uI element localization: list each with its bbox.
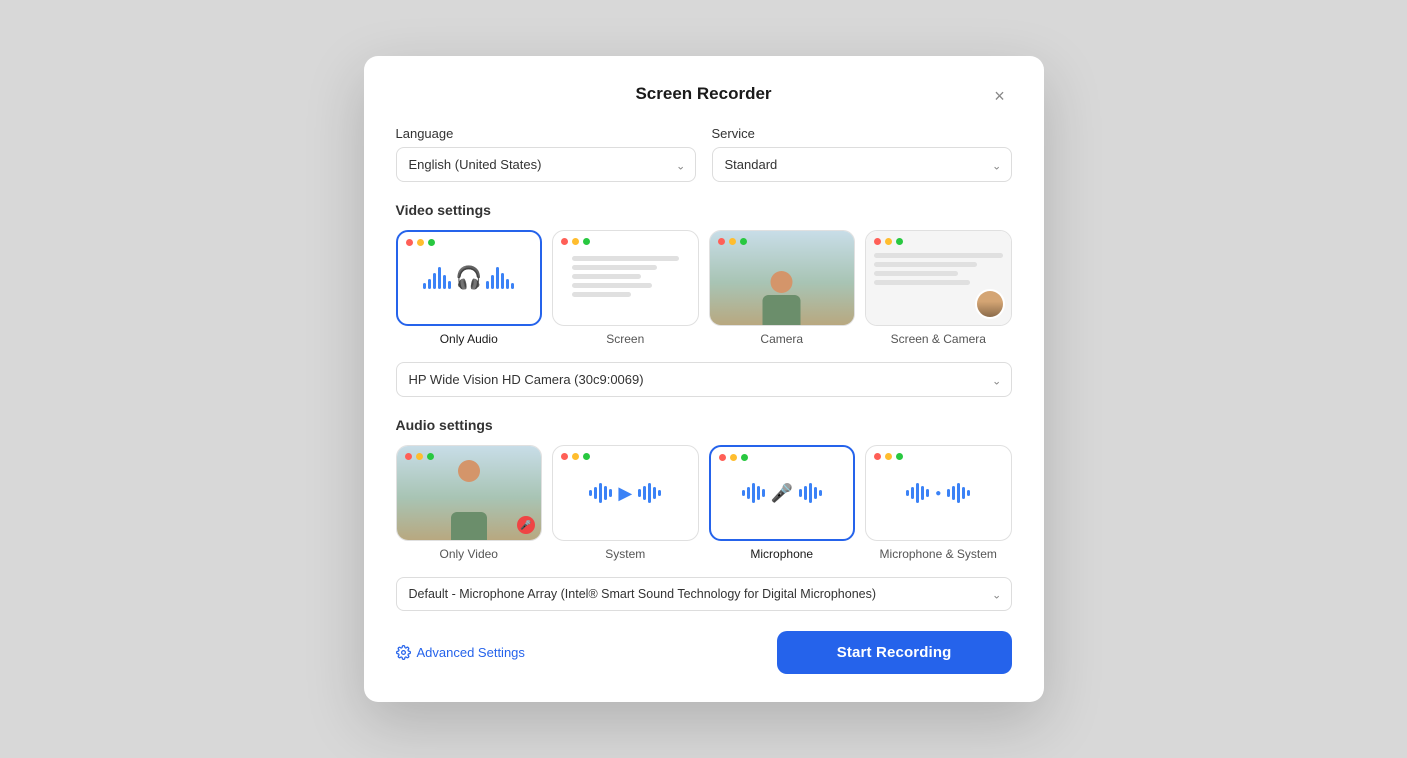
traffic-lights-ov: [405, 453, 434, 460]
camera-select-wrap: HP Wide Vision HD Camera (30c9:0069): [396, 362, 1012, 397]
top-fields-row: Language English (United States) Spanish…: [396, 126, 1012, 182]
tl-red: [406, 239, 413, 246]
traffic-lights-sys: [561, 453, 590, 460]
traffic-lights-camera: [718, 238, 747, 245]
service-field: Service Standard Premium: [712, 126, 1012, 182]
audio-option-only-video-label: Only Video: [440, 547, 498, 561]
video-option-screen-camera-inner: [865, 230, 1012, 326]
audio-option-microphone-system[interactable]: ● Microphone & System: [865, 445, 1012, 561]
video-option-camera-label: Camera: [760, 332, 803, 346]
start-recording-button[interactable]: Start Recording: [777, 631, 1012, 674]
traffic-lights-audio: [406, 239, 435, 246]
language-field: Language English (United States) Spanish…: [396, 126, 696, 182]
audio-option-microphone-label: Microphone: [750, 547, 813, 561]
modal-title: Screen Recorder: [635, 84, 771, 104]
audio-option-microphone-system-label: Microphone & System: [880, 547, 997, 561]
video-option-only-audio-inner: 🎧: [396, 230, 543, 326]
video-option-only-audio[interactable]: 🎧 Only Audio: [396, 230, 543, 346]
service-select-wrap: Standard Premium: [712, 147, 1012, 182]
microphone-icon: 🎤: [771, 483, 793, 504]
advanced-settings-button[interactable]: Advanced Settings: [396, 645, 525, 660]
waveform-left: [423, 267, 451, 289]
av-bg: 🎤: [397, 446, 542, 540]
advanced-settings-label: Advanced Settings: [417, 645, 525, 660]
mic-select[interactable]: Default - Microphone Array (Intel® Smart…: [396, 577, 1012, 611]
play-icon: ▶: [618, 483, 632, 504]
service-label: Service: [712, 126, 1012, 141]
camera-bg-scene: [710, 231, 855, 325]
sc-avatar: [975, 289, 1005, 319]
audio-option-system-label: System: [605, 547, 645, 561]
tl-yellow: [417, 239, 424, 246]
modal-header: Screen Recorder ×: [396, 84, 1012, 104]
video-option-screen[interactable]: Screen: [552, 230, 699, 346]
video-option-only-audio-label: Only Audio: [440, 332, 498, 346]
language-label: Language: [396, 126, 696, 141]
traffic-lights-sc: [874, 238, 903, 245]
camera-dropdown-wrap: HP Wide Vision HD Camera (30c9:0069): [396, 362, 1012, 397]
audio-settings-label: Audio settings: [396, 417, 1012, 433]
video-option-screen-inner: [552, 230, 699, 326]
video-option-screen-label: Screen: [606, 332, 644, 346]
gear-icon: [396, 645, 411, 660]
mic-waveform: 🎤: [736, 483, 828, 504]
language-select[interactable]: English (United States) Spanish French: [396, 147, 696, 182]
system-waveform: ▶: [583, 483, 667, 504]
close-button[interactable]: ×: [988, 84, 1012, 108]
audio-option-microphone[interactable]: 🎤 Microphone: [709, 445, 856, 561]
traffic-lights-screen: [561, 238, 590, 245]
screen-recorder-modal: Screen Recorder × Language English (Unit…: [364, 56, 1044, 702]
audio-option-only-video[interactable]: 🎤 Only Video: [396, 445, 543, 561]
mute-icon: 🎤: [517, 516, 535, 534]
camera-select[interactable]: HP Wide Vision HD Camera (30c9:0069): [396, 362, 1012, 397]
audio-only-visual: 🎧: [423, 265, 514, 291]
headphone-icon: 🎧: [455, 265, 482, 291]
video-option-screen-camera-label: Screen & Camera: [891, 332, 986, 346]
traffic-lights-mic: [719, 454, 748, 461]
audio-option-system-inner: ▶: [552, 445, 699, 541]
person-figure: [754, 271, 809, 325]
audio-option-microphone-inner: 🎤: [709, 445, 856, 541]
footer-row: Advanced Settings Start Recording: [396, 631, 1012, 674]
mic-dropdown-wrap: Default - Microphone Array (Intel® Smart…: [396, 577, 1012, 611]
audio-option-only-video-inner: 🎤: [396, 445, 543, 541]
video-option-screen-camera[interactable]: Screen & Camera: [865, 230, 1012, 346]
video-option-camera-inner: [709, 230, 856, 326]
language-select-wrap: English (United States) Spanish French: [396, 147, 696, 182]
audio-option-system[interactable]: ▶ System: [552, 445, 699, 561]
screen-visual: [564, 248, 687, 309]
dot-icon: ●: [935, 488, 941, 499]
video-options-grid: 🎧 Only Audio: [396, 230, 1012, 346]
waveform-right: [486, 267, 514, 289]
video-option-camera[interactable]: Camera: [709, 230, 856, 346]
audio-option-microphone-system-inner: ●: [865, 445, 1012, 541]
video-settings-label: Video settings: [396, 202, 1012, 218]
audio-options-grid: 🎤 Only Video ▶: [396, 445, 1012, 561]
service-select[interactable]: Standard Premium: [712, 147, 1012, 182]
mic-select-wrap: Default - Microphone Array (Intel® Smart…: [396, 577, 1012, 611]
tl-green: [428, 239, 435, 246]
ms-waveform: ●: [900, 483, 976, 503]
traffic-lights-ms: [874, 453, 903, 460]
